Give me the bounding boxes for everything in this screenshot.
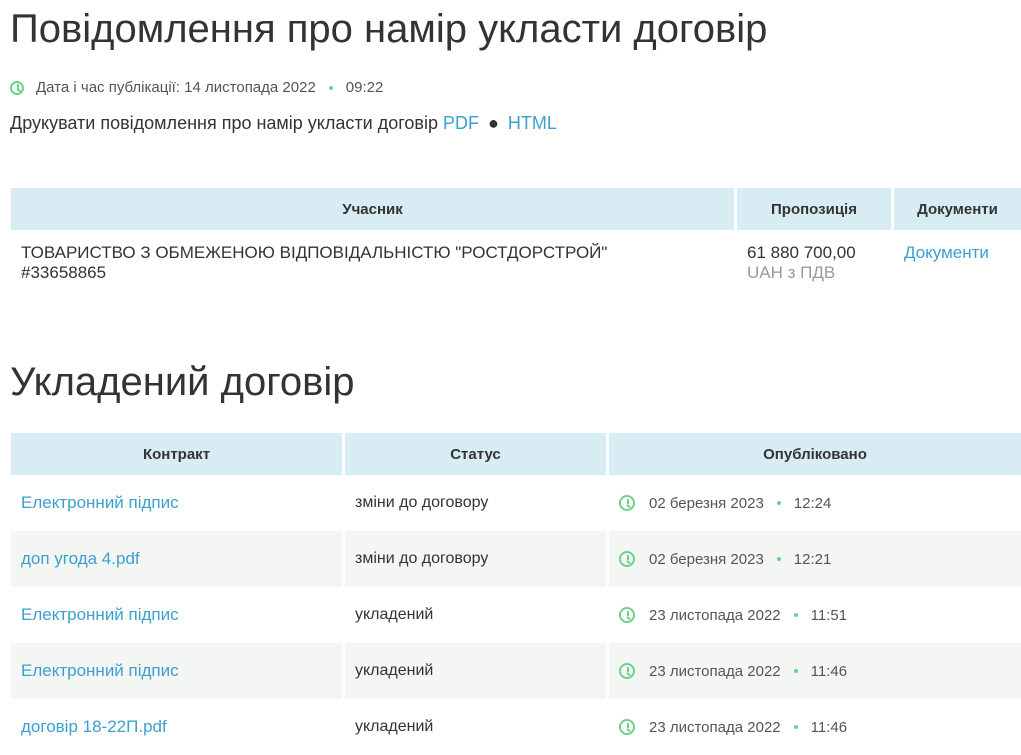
offer-currency: UAH з ПДВ — [747, 263, 836, 282]
offers-table: Учасник Пропозиція Документи ТОВАРИСТВО … — [8, 188, 1021, 303]
table-row: ТОВАРИСТВО З ОБМЕЖЕНОЮ ВІДПОВІДАЛЬНІСТЮ … — [11, 230, 1021, 303]
contracts-table: Контракт Статус Опубліковано Електронний… — [8, 433, 1021, 755]
offer-cell: 61 880 700,00 UAH з ПДВ — [737, 230, 891, 303]
table-row: Електронний підпис укладений 23 листопад… — [11, 643, 1021, 699]
print-html-link[interactable]: HTML — [508, 113, 557, 133]
offers-header-offer: Пропозиція — [737, 188, 891, 230]
clock-icon — [619, 495, 635, 511]
published-date: 23 листопада 2022 — [649, 662, 781, 680]
published-date: 23 листопада 2022 — [649, 606, 781, 624]
publication-time: 09:22 — [345, 79, 384, 96]
offers-header-documents: Документи — [894, 188, 1021, 230]
dot-separator — [776, 557, 781, 561]
page-title: Повідомлення про намір укласти договір — [10, 7, 768, 51]
contract-status: укладений — [355, 606, 434, 623]
dot-separator — [793, 669, 798, 673]
publication-date: Дата і час публікації: 14 листопада 2022 — [36, 79, 316, 96]
contracts-header-status: Статус — [345, 433, 606, 475]
published-time: 11:51 — [810, 606, 848, 624]
table-row: Електронний підпис укладений 23 листопад… — [11, 587, 1021, 643]
contracts-header-contract: Контракт — [11, 433, 342, 475]
offers-header-participant: Учасник — [11, 188, 734, 230]
participant-cell: ТОВАРИСТВО З ОБМЕЖЕНОЮ ВІДПОВІДАЛЬНІСТЮ … — [11, 230, 734, 303]
clock-icon — [619, 719, 635, 735]
published-time: 12:21 — [793, 550, 832, 568]
clock-icon — [10, 80, 24, 95]
contract-status: укладений — [345, 643, 606, 699]
contract-link[interactable]: договір 18-22П.pdf — [21, 717, 167, 736]
publication-info: Дата і час публікації: 14 листопада 2022… — [10, 79, 383, 96]
offer-amount: 61 880 700,00 — [747, 243, 856, 262]
published-time: 12:24 — [793, 494, 832, 512]
print-text: Друкувати повідомлення про намір укласти… — [10, 113, 438, 133]
print-separator: ● — [488, 113, 499, 133]
contract-status: укладений — [355, 718, 434, 735]
documents-cell: Документи — [894, 230, 1021, 303]
contract-link[interactable]: Електронний підпис — [21, 605, 179, 624]
table-row: доп угода 4.pdf зміни до договору 02 бер… — [11, 531, 1021, 587]
contract-section-title: Укладений договір — [10, 360, 355, 404]
print-pdf-link[interactable]: PDF — [443, 113, 479, 133]
published-time: 11:46 — [810, 662, 848, 680]
clock-icon — [619, 551, 635, 567]
published-date: 02 березня 2023 — [649, 550, 764, 568]
dot-separator — [793, 613, 798, 617]
clock-icon — [619, 663, 635, 679]
table-row: договір 18-22П.pdf укладений 23 листопад… — [11, 699, 1021, 755]
dot-separator — [328, 85, 333, 90]
contract-link[interactable]: Електронний підпис — [21, 493, 179, 512]
contract-status: зміни до договору — [355, 494, 489, 511]
participant-name: ТОВАРИСТВО З ОБМЕЖЕНОЮ ВІДПОВІДАЛЬНІСТЮ … — [21, 243, 608, 262]
clock-icon — [619, 607, 635, 623]
table-row: Електронний підпис зміни до договору 02 … — [11, 475, 1021, 531]
published-date: 02 березня 2023 — [649, 494, 764, 512]
contract-link-revoked[interactable]: Електронний підпис — [21, 661, 179, 680]
contract-status: зміни до договору — [345, 531, 606, 587]
dot-separator — [793, 725, 798, 729]
print-notice: Друкувати повідомлення про намір укласти… — [10, 113, 557, 134]
published-date: 23 листопада 2022 — [649, 718, 781, 736]
dot-separator — [776, 501, 781, 505]
contracts-header-published: Опубліковано — [609, 433, 1021, 475]
participant-id: #33658865 — [21, 263, 107, 282]
published-time: 11:46 — [810, 718, 848, 736]
contract-link[interactable]: доп угода 4.pdf — [21, 549, 140, 568]
documents-link[interactable]: Документи — [904, 243, 989, 262]
